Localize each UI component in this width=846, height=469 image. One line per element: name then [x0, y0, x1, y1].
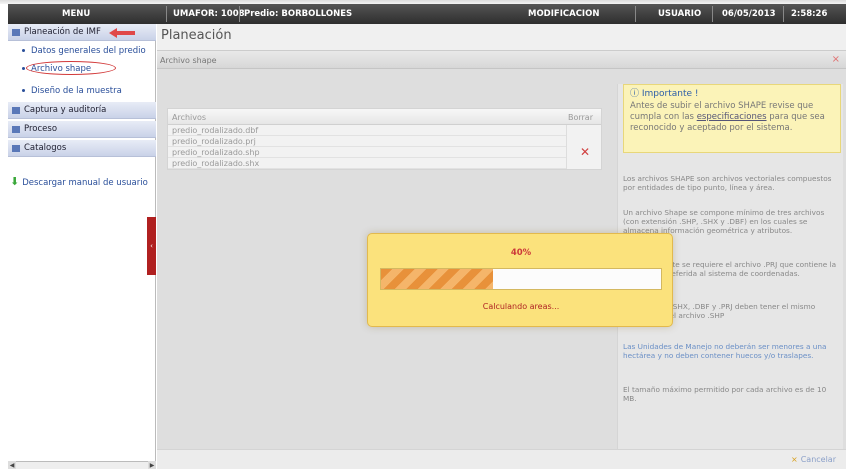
divider: [239, 6, 240, 22]
table-row: predio_rodalizado.dbf: [168, 125, 566, 136]
divider: [783, 6, 784, 22]
info-paragraph: Las Unidades de Manejo no deberán ser me…: [623, 342, 827, 360]
section-header: Archivo shape ×: [157, 50, 846, 69]
files-table: Archivos Borrar predio_rodalizado.dbf pr…: [167, 108, 602, 170]
table-row: predio_rodalizado.shx: [168, 158, 566, 169]
info-paragraph: Un archivo Shape se compone mínimo de tr…: [623, 208, 825, 235]
table-row: predio_rodalizado.shp: [168, 147, 566, 158]
cancel-label: Cancelar: [800, 455, 836, 464]
date-label: 06/05/2013: [722, 9, 776, 19]
important-notice: ⓘ Importante ! Antes de subir el archivo…: [623, 84, 841, 153]
sidebar: Planeación de IMF Datos generales del pr…: [8, 24, 156, 469]
umafor-label: UMAFOR: 1008: [173, 9, 245, 19]
collapse-sidebar-tab[interactable]: ‹: [147, 217, 156, 275]
folder-icon: [12, 29, 20, 36]
sidebar-item-label: Proceso: [24, 124, 58, 134]
submenu-label: Diseño de la muestra: [31, 86, 122, 96]
table-header: Archivos Borrar: [168, 109, 601, 125]
bullet-icon: [22, 67, 25, 70]
column-divider: [566, 125, 567, 169]
footer-bar: × Cancelar: [157, 449, 846, 469]
delete-icon[interactable]: ✕: [580, 145, 590, 159]
info-paragraph: El tamaño máximo permitido por cada arch…: [623, 385, 827, 403]
cancel-button[interactable]: × Cancelar: [791, 455, 836, 464]
sidebar-item-proceso[interactable]: Proceso: [8, 121, 156, 138]
predio-label: Predio: BORBOLLONES: [244, 9, 353, 19]
bullet-icon: [22, 49, 25, 52]
column-header-delete: Borrar: [567, 113, 593, 122]
folder-icon: [12, 126, 20, 133]
bullet-icon: [22, 89, 25, 92]
sidebar-item-label: Planeación de IMF: [24, 27, 101, 37]
sidebar-item-captura[interactable]: Captura y auditoría: [8, 102, 156, 119]
progress-bar: [380, 268, 662, 290]
download-manual-link[interactable]: ⬇ Descargar manual de usuario: [10, 175, 156, 188]
folder-icon: [12, 145, 20, 152]
highlight-oval: [26, 61, 116, 75]
arrow-left-icon: [109, 28, 135, 38]
cancel-icon: ×: [791, 455, 798, 464]
horizontal-scrollbar[interactable]: ◀ ▶: [8, 461, 156, 469]
progress-bar-fill: [381, 269, 493, 289]
important-title: Importante !: [641, 89, 699, 99]
column-header-files: Archivos: [172, 113, 207, 122]
time-label: 2:58:26: [791, 9, 828, 19]
close-icon[interactable]: ×: [832, 54, 840, 65]
divider: [166, 6, 167, 22]
section-title: Archivo shape: [160, 56, 217, 65]
user-label: USUARIO: [658, 9, 702, 19]
progress-percent: 40%: [510, 248, 532, 258]
mode-label: MODIFICACION: [528, 9, 600, 19]
submenu-datos-generales[interactable]: Datos generales del predio: [22, 46, 146, 56]
scroll-right-icon[interactable]: ▶: [148, 461, 156, 469]
divider: [712, 6, 713, 22]
submenu-label: Datos generales del predio: [31, 46, 146, 56]
sidebar-item-catalogos[interactable]: Catalogos: [8, 140, 156, 157]
collapse-chevron-icon: ‹: [150, 242, 153, 250]
info-icon: ⓘ: [630, 89, 642, 99]
folder-icon: [12, 107, 20, 114]
menu-label: MENU: [62, 9, 91, 19]
progress-message: Calculando areas...: [482, 302, 560, 311]
page-title: Planeación: [161, 28, 232, 43]
submenu-diseno-muestra[interactable]: Diseño de la muestra: [22, 86, 122, 96]
app-window: MENU UMAFOR: 1008 Predio: BORBOLLONES MO…: [0, 0, 846, 469]
progress-dialog: 40% Calculando areas...: [367, 233, 673, 327]
download-arrow-icon: ⬇: [10, 175, 20, 188]
divider: [635, 6, 636, 22]
specifications-link[interactable]: especificaciones: [697, 112, 767, 122]
top-bar: MENU UMAFOR: 1008 Predio: BORBOLLONES MO…: [8, 4, 846, 24]
sidebar-item-label: Captura y auditoría: [24, 105, 107, 115]
info-paragraph: Los archivos SHAPE son archivos vectoria…: [623, 174, 832, 192]
sidebar-item-label: Catalogos: [24, 143, 67, 153]
table-row: predio_rodalizado.prj: [168, 136, 566, 147]
scroll-left-icon[interactable]: ◀: [8, 461, 16, 469]
download-label: Descargar manual de usuario: [22, 178, 148, 188]
